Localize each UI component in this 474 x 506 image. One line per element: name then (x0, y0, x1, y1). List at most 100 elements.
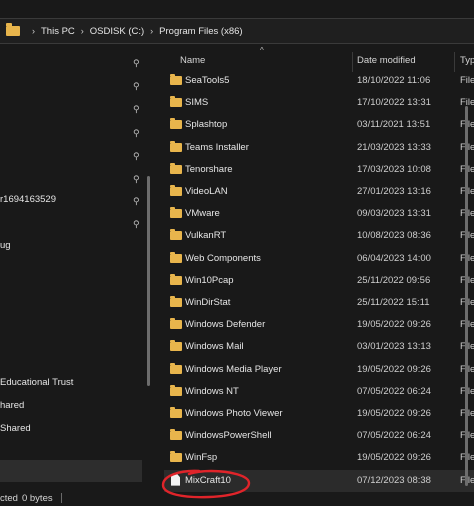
folder-row[interactable]: Win10Pcap25/11/2022 09:56File (164, 270, 474, 292)
folder-icon (170, 251, 182, 263)
list-scrollbar[interactable] (465, 106, 468, 486)
column-name[interactable]: Name (180, 55, 205, 66)
folder-icon (170, 451, 182, 463)
folder-row[interactable]: VulkanRT10/08/2023 08:36File (164, 225, 474, 247)
row-date-modified: 07/05/2022 06:24 (357, 385, 431, 397)
row-name: Splashtop (185, 119, 228, 131)
column-divider[interactable] (454, 52, 455, 72)
file-list: ^ Name Date modified Type SeaTools5 18/10… (156, 46, 474, 506)
folder-icon (170, 296, 182, 307)
row-date-modified: 25/11/2022 09:56 (357, 274, 431, 286)
row-date-modified: 17/03/2023 10:08 (357, 163, 431, 175)
folder-icon (170, 407, 182, 418)
row-name: MixCraft10 (185, 474, 231, 486)
folder-icon (170, 162, 182, 174)
folder-row[interactable]: VMware09/03/2023 13:31File (164, 203, 474, 225)
row-date-modified: 10/08/2023 08:36 (357, 230, 431, 242)
row-name: VideoLAN (185, 186, 228, 197)
row-date-modified: 09/03/2023 13:31 (357, 208, 431, 220)
folder-icon (170, 207, 182, 219)
row-date-modified: 07/05/2022 06:24 (357, 430, 431, 442)
breadcrumb-program-files[interactable]: Program Files (x86) (159, 26, 242, 37)
row-date-modified: 19/05/2022 09:26 (357, 363, 431, 375)
nav-item-label[interactable]: r1694163529 (0, 194, 56, 205)
row-name: WinFsp (185, 452, 218, 464)
folder-row[interactable]: Windows Photo Viewer19/05/2022 09:26File (164, 403, 474, 425)
pin-icon[interactable]: ⚲ (133, 151, 141, 161)
row-date-modified: 03/11/2021 13:51 (357, 119, 431, 131)
status-selected-text: cted (0, 492, 18, 504)
row-date-modified: 06/04/2023 14:00 (357, 252, 431, 264)
nav-item-label[interactable]: Shared (0, 423, 31, 434)
chevron-right-icon: › (32, 26, 35, 36)
row-name: Windows Photo Viewer (185, 408, 283, 419)
folder-row[interactable]: Windows Media Player19/05/2022 09:26File (164, 359, 474, 381)
column-type[interactable]: Type (460, 55, 474, 66)
nav-item-label[interactable]: Educational Trust (0, 377, 73, 388)
chevron-right-icon: › (80, 26, 84, 36)
folder-row[interactable]: Windows NT07/05/2022 06:24File (164, 381, 474, 403)
folder-icon (170, 340, 182, 352)
folder-row[interactable]: Tenorshare17/03/2023 10:08File (164, 159, 474, 181)
folder-row[interactable]: VideoLAN27/01/2023 13:16File (164, 181, 474, 203)
navigation-pane: ⚲ ⚲ ⚲ ⚲ ⚲ ⚲ ⚲ ⚲ r1694163529 ug Education… (0, 46, 156, 506)
folder-icon (170, 362, 182, 374)
row-name: Teams Installer (185, 141, 249, 153)
folder-row[interactable]: WindowsPowerShell07/05/2022 06:24File (164, 425, 474, 447)
row-type: File (460, 75, 474, 86)
pin-icon[interactable]: ⚲ (133, 196, 141, 206)
row-name: Windows Mail (185, 341, 244, 353)
row-name: Web Components (185, 252, 261, 264)
pin-icon[interactable]: ⚲ (133, 58, 141, 68)
row-date-modified: 19/05/2022 09:26 (357, 452, 431, 464)
address-bar[interactable]: › This PC › OSDISK (C:) › Program Files … (0, 18, 474, 44)
pin-icon[interactable]: ⚲ (133, 174, 141, 184)
row-date-modified: 27/01/2023 13:16 (357, 186, 431, 197)
file-icon (171, 473, 180, 486)
column-divider[interactable] (352, 52, 353, 72)
folder-icon (170, 384, 182, 396)
pin-icon[interactable]: ⚲ (133, 104, 141, 114)
nav-item-selected[interactable] (0, 460, 142, 482)
folder-row[interactable]: WinDirStat25/11/2022 15:11File (164, 292, 474, 314)
folder-icon (6, 23, 20, 36)
folder-row[interactable]: Splashtop03/11/2021 13:51File (164, 114, 474, 136)
nav-scrollbar[interactable] (147, 176, 150, 386)
row-date-modified: 21/03/2023 13:33 (357, 141, 431, 153)
folder-icon (170, 273, 182, 285)
pin-icon[interactable]: ⚲ (133, 128, 141, 138)
row-name: Win10Pcap (185, 274, 234, 286)
folder-icon (170, 185, 182, 196)
folder-row[interactable]: SeaTools5 18/10/2022 11:06 File (164, 70, 474, 92)
column-date-modified[interactable]: Date modified (357, 55, 416, 66)
row-name: Windows NT (185, 385, 239, 397)
folder-icon (170, 229, 182, 241)
file-row[interactable]: MixCraft1007/12/2023 08:38File (164, 469, 474, 492)
row-name: VulkanRT (185, 230, 227, 242)
row-date-modified: 18/10/2022 11:06 (357, 75, 431, 86)
pin-icon[interactable]: ⚲ (133, 219, 141, 229)
folder-row[interactable]: WinFsp19/05/2022 09:26File (164, 447, 474, 469)
row-name: WindowsPowerShell (185, 430, 272, 442)
folder-icon (170, 140, 182, 152)
sort-ascending-icon: ^ (260, 46, 264, 55)
row-name: Tenorshare (185, 163, 233, 175)
status-size: 0 bytes (21, 492, 53, 504)
nav-item-label[interactable]: ug (0, 240, 11, 251)
folder-row[interactable]: SIMS 17/10/2022 13:31 File (164, 92, 474, 114)
breadcrumb-this-pc[interactable]: This PC (41, 26, 75, 37)
breadcrumb-osdisk[interactable]: OSDISK (C:) (90, 26, 144, 37)
row-date-modified: 25/11/2022 15:11 (357, 297, 430, 308)
row-date-modified: 07/12/2023 08:38 (357, 474, 431, 486)
nav-item-label[interactable]: hared (0, 400, 24, 411)
row-name: VMware (185, 208, 220, 220)
status-bar: cted 0 bytes (0, 490, 160, 506)
folder-icon (170, 429, 182, 441)
folder-row[interactable]: Windows Mail03/01/2023 13:13File (164, 336, 474, 358)
folder-row[interactable]: Teams Installer21/03/2023 13:33File (164, 137, 474, 159)
pin-icon[interactable]: ⚲ (133, 81, 141, 91)
row-date-modified: 19/05/2022 09:26 (357, 319, 431, 331)
folder-row[interactable]: Web Components06/04/2023 14:00File (164, 248, 474, 270)
folder-row[interactable]: Windows Defender19/05/2022 09:26File (164, 314, 474, 336)
status-divider (60, 493, 62, 503)
